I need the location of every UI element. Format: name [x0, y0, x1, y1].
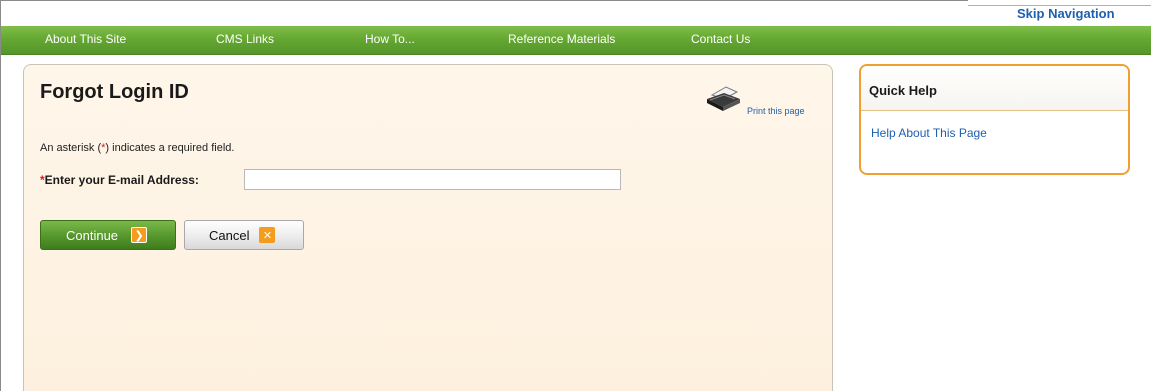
required-field-note: An asterisk (*) indicates a required fie… — [40, 142, 234, 154]
main-nav-bar: About This Site CMS Links How To... Refe… — [1, 26, 1151, 55]
skip-navigation-link[interactable]: Skip Navigation — [1011, 6, 1151, 26]
print-page-link[interactable]: Print this page — [747, 106, 805, 116]
window-top-edge — [0, 0, 968, 5]
continue-button-label: Continue — [66, 227, 119, 243]
window-left-edge — [0, 0, 1, 391]
continue-button[interactable]: Continue ❯ — [40, 220, 176, 250]
nav-item-how-to[interactable]: How To... — [365, 26, 415, 55]
cancel-button-label: Cancel — [209, 227, 250, 243]
page: Skip Navigation About This Site CMS Link… — [0, 0, 1151, 391]
nav-item-contact-us[interactable]: Contact Us — [691, 26, 750, 55]
page-title: Forgot Login ID — [40, 81, 189, 103]
quick-help-box: Quick Help Help About This Page — [859, 64, 1130, 175]
email-field-label: *Enter your E-mail Address: — [40, 173, 199, 187]
email-label-text: Enter your E-mail Address: — [44, 173, 199, 187]
email-field[interactable] — [244, 169, 621, 190]
nav-item-about-this-site[interactable]: About This Site — [45, 26, 126, 55]
nav-item-reference-materials[interactable]: Reference Materials — [508, 26, 615, 55]
printer-icon[interactable] — [704, 83, 742, 113]
cancel-button[interactable]: Cancel ✕ — [184, 220, 304, 250]
close-icon: ✕ — [259, 227, 276, 243]
arrow-right-icon: ❯ — [131, 227, 148, 243]
required-note-suffix: ) indicates a required field. — [105, 142, 235, 154]
quick-help-title: Quick Help — [861, 66, 1128, 111]
required-note-prefix: An asterisk ( — [40, 142, 102, 154]
nav-item-cms-links[interactable]: CMS Links — [216, 26, 274, 55]
help-about-this-page-link[interactable]: Help About This Page — [861, 111, 1128, 140]
main-content-panel: Forgot Login ID Print this page An aster… — [23, 64, 833, 391]
